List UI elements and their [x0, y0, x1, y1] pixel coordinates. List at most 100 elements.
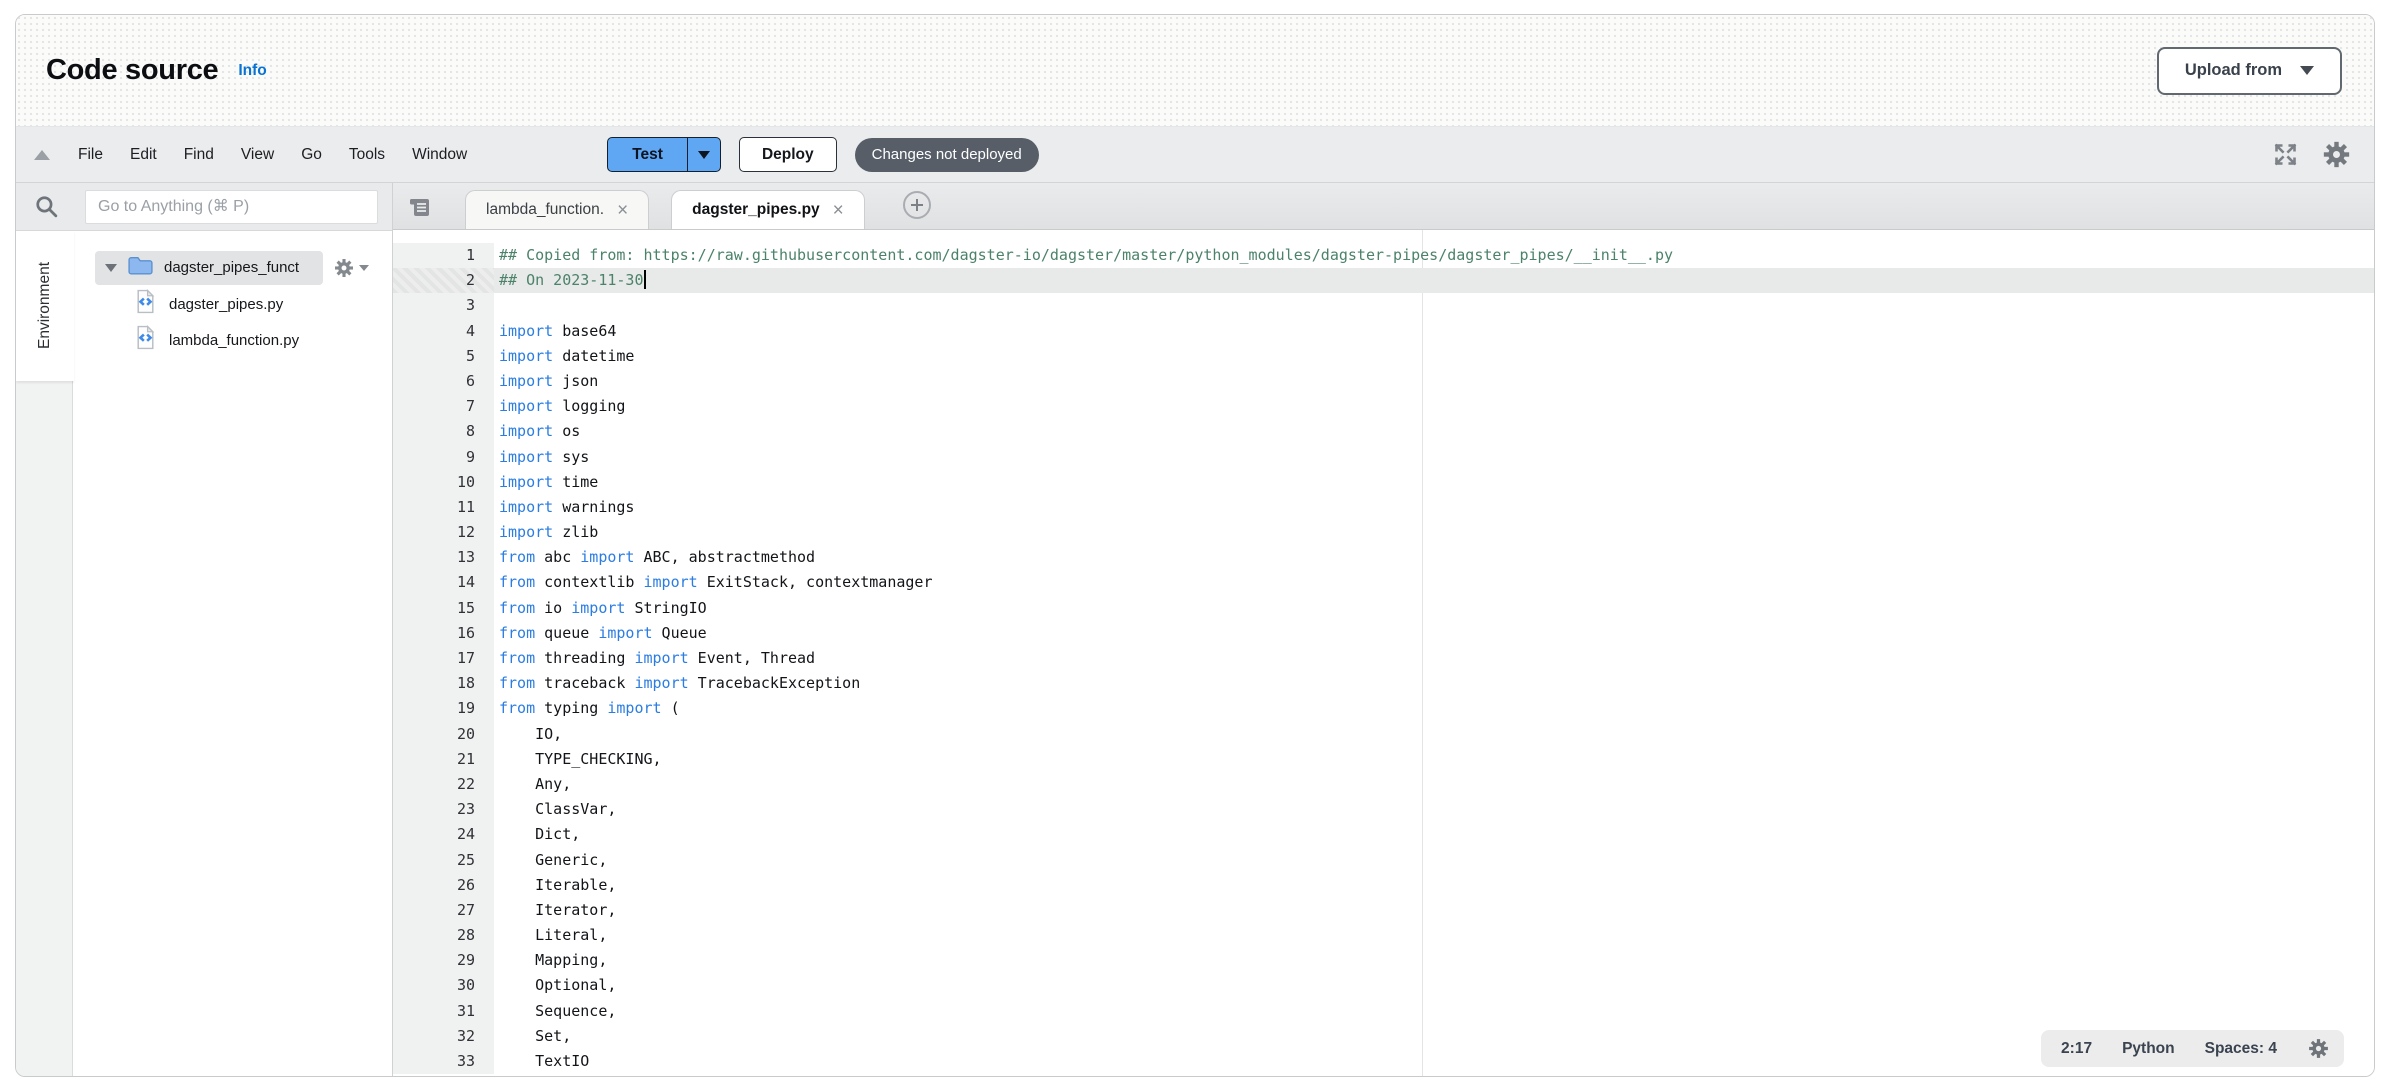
menu-go[interactable]: Go	[301, 146, 322, 164]
code-line[interactable]: 12import zlib	[393, 520, 2374, 545]
line-number[interactable]: 24	[393, 822, 494, 847]
line-number[interactable]: 26	[393, 873, 494, 898]
code-line[interactable]: 10import time	[393, 470, 2374, 495]
line-number[interactable]: 31	[393, 999, 494, 1024]
line-number[interactable]: 8	[393, 419, 494, 444]
line-number[interactable]: 23	[393, 797, 494, 822]
line-number[interactable]: 19	[393, 696, 494, 721]
code-text: Iterable,	[494, 873, 2374, 898]
settings-gear-icon[interactable]	[2321, 139, 2352, 170]
line-number[interactable]: 3	[393, 293, 494, 318]
code-line[interactable]: 7import logging	[393, 394, 2374, 419]
line-number[interactable]: 32	[393, 1024, 494, 1049]
line-number[interactable]: 11	[393, 495, 494, 520]
line-number[interactable]: 1	[393, 243, 494, 268]
line-number[interactable]: 16	[393, 621, 494, 646]
code-line[interactable]: 6import json	[393, 369, 2374, 394]
menu-window[interactable]: Window	[412, 146, 467, 164]
line-number[interactable]: 9	[393, 445, 494, 470]
close-tab-icon[interactable]: ×	[833, 201, 844, 220]
search-icon	[34, 194, 59, 219]
code-line[interactable]: 31 Sequence,	[393, 999, 2374, 1024]
status-settings-gear-icon[interactable]	[2307, 1037, 2330, 1060]
info-link[interactable]: Info	[238, 62, 266, 80]
menu-file[interactable]: File	[78, 146, 103, 164]
code-line[interactable]: 27 Iterator,	[393, 898, 2374, 923]
line-number[interactable]: 33	[393, 1049, 494, 1074]
menu-view[interactable]: View	[241, 146, 274, 164]
code-line[interactable]: 8import os	[393, 419, 2374, 444]
code-line[interactable]: 21 TYPE_CHECKING,	[393, 747, 2374, 772]
line-number[interactable]: 17	[393, 646, 494, 671]
code-line[interactable]: 23 ClassVar,	[393, 797, 2374, 822]
line-number[interactable]: 6	[393, 369, 494, 394]
code-line[interactable]: 15from io import StringIO	[393, 596, 2374, 621]
go-to-anything-input[interactable]	[85, 190, 378, 224]
line-number[interactable]: 4	[393, 319, 494, 344]
tab-lambda-function[interactable]: lambda_function. ×	[465, 190, 649, 229]
deploy-button[interactable]: Deploy	[739, 137, 837, 172]
tree-file-lambda-function[interactable]: lambda_function.py	[135, 322, 392, 358]
code-line[interactable]: 19from typing import (	[393, 696, 2374, 721]
new-tab-button[interactable]	[903, 191, 931, 219]
upload-from-button[interactable]: Upload from	[2157, 47, 2342, 95]
collapse-menubar-icon[interactable]	[34, 150, 50, 160]
menu-edit[interactable]: Edit	[130, 146, 157, 164]
line-number[interactable]: 2	[393, 268, 494, 293]
line-number[interactable]: 15	[393, 596, 494, 621]
tab-dagster-pipes[interactable]: dagster_pipes.py ×	[671, 190, 865, 229]
code-line[interactable]: 16from queue import Queue	[393, 621, 2374, 646]
menu-find[interactable]: Find	[184, 146, 214, 164]
code-editor[interactable]: 1## Copied from: https://raw.githubuserc…	[393, 230, 2374, 1076]
line-number[interactable]: 13	[393, 545, 494, 570]
code-line[interactable]: 26 Iterable,	[393, 873, 2374, 898]
code-line[interactable]: 24 Dict,	[393, 822, 2374, 847]
code-line[interactable]: 11import warnings	[393, 495, 2374, 520]
code-line[interactable]: 29 Mapping,	[393, 948, 2374, 973]
tree-settings-gear-icon[interactable]	[333, 257, 369, 279]
code-line[interactable]: 13from abc import ABC, abstractmethod	[393, 545, 2374, 570]
folder-dagster-pipes-function[interactable]: dagster_pipes_funct	[95, 251, 323, 285]
line-number[interactable]: 28	[393, 923, 494, 948]
code-line[interactable]: 17from threading import Event, Thread	[393, 646, 2374, 671]
code-line[interactable]: 20 IO,	[393, 722, 2374, 747]
open-files-list-icon[interactable]	[407, 195, 433, 219]
close-tab-icon[interactable]: ×	[617, 201, 628, 220]
menu-tools[interactable]: Tools	[349, 146, 385, 164]
line-number[interactable]: 18	[393, 671, 494, 696]
line-number[interactable]: 7	[393, 394, 494, 419]
test-split-button[interactable]: Test	[607, 137, 721, 172]
code-line[interactable]: 28 Literal,	[393, 923, 2374, 948]
language-mode[interactable]: Python	[2122, 1040, 2175, 1058]
line-number[interactable]: 27	[393, 898, 494, 923]
code-line[interactable]: 18from traceback import TracebackExcepti…	[393, 671, 2374, 696]
test-button-label[interactable]: Test	[608, 138, 687, 171]
environment-tab[interactable]: Environment	[16, 231, 74, 381]
code-line[interactable]: 2## On 2023-11-30	[393, 268, 2374, 293]
line-number[interactable]: 20	[393, 722, 494, 747]
line-number[interactable]: 22	[393, 772, 494, 797]
line-number[interactable]: 5	[393, 344, 494, 369]
line-number[interactable]: 12	[393, 520, 494, 545]
code-line[interactable]: 4import base64	[393, 319, 2374, 344]
line-number[interactable]: 14	[393, 570, 494, 595]
folder-expand-caret-icon[interactable]	[105, 264, 117, 272]
line-number[interactable]: 30	[393, 973, 494, 998]
code-line[interactable]: 30 Optional,	[393, 973, 2374, 998]
line-number[interactable]: 10	[393, 470, 494, 495]
test-dropdown-button[interactable]	[687, 138, 720, 171]
line-number[interactable]: 29	[393, 948, 494, 973]
code-line[interactable]: 14from contextlib import ExitStack, cont…	[393, 570, 2374, 595]
code-line[interactable]: 9import sys	[393, 445, 2374, 470]
fullscreen-icon[interactable]	[2272, 141, 2299, 168]
code-line[interactable]: 1## Copied from: https://raw.githubuserc…	[393, 243, 2374, 268]
indentation-setting[interactable]: Spaces: 4	[2205, 1040, 2277, 1058]
code-line[interactable]: 5import datetime	[393, 344, 2374, 369]
code-line[interactable]: 3	[393, 293, 2374, 318]
line-number[interactable]: 21	[393, 747, 494, 772]
cursor-position[interactable]: 2:17	[2061, 1040, 2092, 1058]
tree-file-dagster-pipes[interactable]: dagster_pipes.py	[135, 286, 392, 322]
code-line[interactable]: 25 Generic,	[393, 848, 2374, 873]
line-number[interactable]: 25	[393, 848, 494, 873]
code-line[interactable]: 22 Any,	[393, 772, 2374, 797]
